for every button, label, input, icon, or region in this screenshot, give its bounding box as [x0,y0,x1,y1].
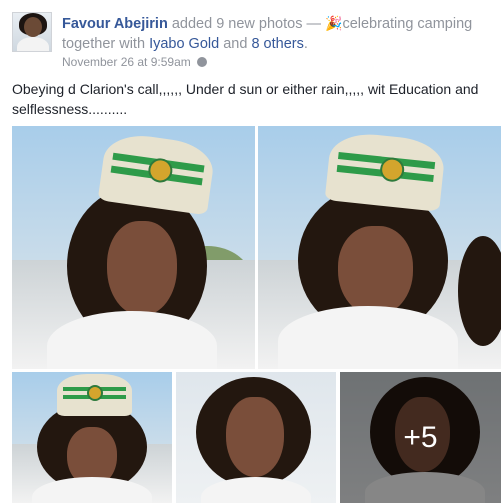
photo-bystander [458,236,501,346]
others-link[interactable]: 8 others [251,36,303,52]
more-photos-count: +5 [403,420,438,454]
post-text: Obeying d Clarion's call,,,,,, Under d s… [12,81,479,117]
post-timestamp[interactable]: November 26 at 9:59am [62,55,191,69]
author-name[interactable]: Favour Abejirin [62,16,168,32]
activity-text: celebrating camping [342,16,473,32]
photo-cap [57,374,132,416]
photo-3[interactable] [12,372,172,503]
photo-grid: +5 [12,126,501,503]
photo-1[interactable] [12,126,255,369]
post-header: Favour Abejirin added 9 new photos — 🎉ce… [12,12,492,72]
photo-face [226,397,284,477]
photo-shirt [278,306,458,369]
party-popper-icon: 🎉 [325,15,343,31]
globe-icon[interactable] [197,57,208,67]
post-meta: November 26 at 9:59am [62,54,208,70]
photo-2[interactable] [258,126,501,369]
headline-period: . [303,36,308,52]
more-photos-overlay[interactable]: +5 [340,372,501,503]
photo-4[interactable] [176,372,336,503]
photo-face [338,226,413,316]
post-headline: Favour Abejirin added 9 new photos — 🎉ce… [62,13,501,54]
tagged-friend-link[interactable]: Iyabo Gold [149,36,219,52]
author-avatar[interactable] [12,12,52,52]
together-with-text: together with [62,36,146,52]
avatar-face [24,17,42,37]
photo-face [107,221,177,316]
photo-5-more[interactable]: +5 [340,372,501,503]
post-action: added 9 new photos — [171,16,321,32]
and-text: and [223,36,248,52]
avatar-body [17,37,49,51]
